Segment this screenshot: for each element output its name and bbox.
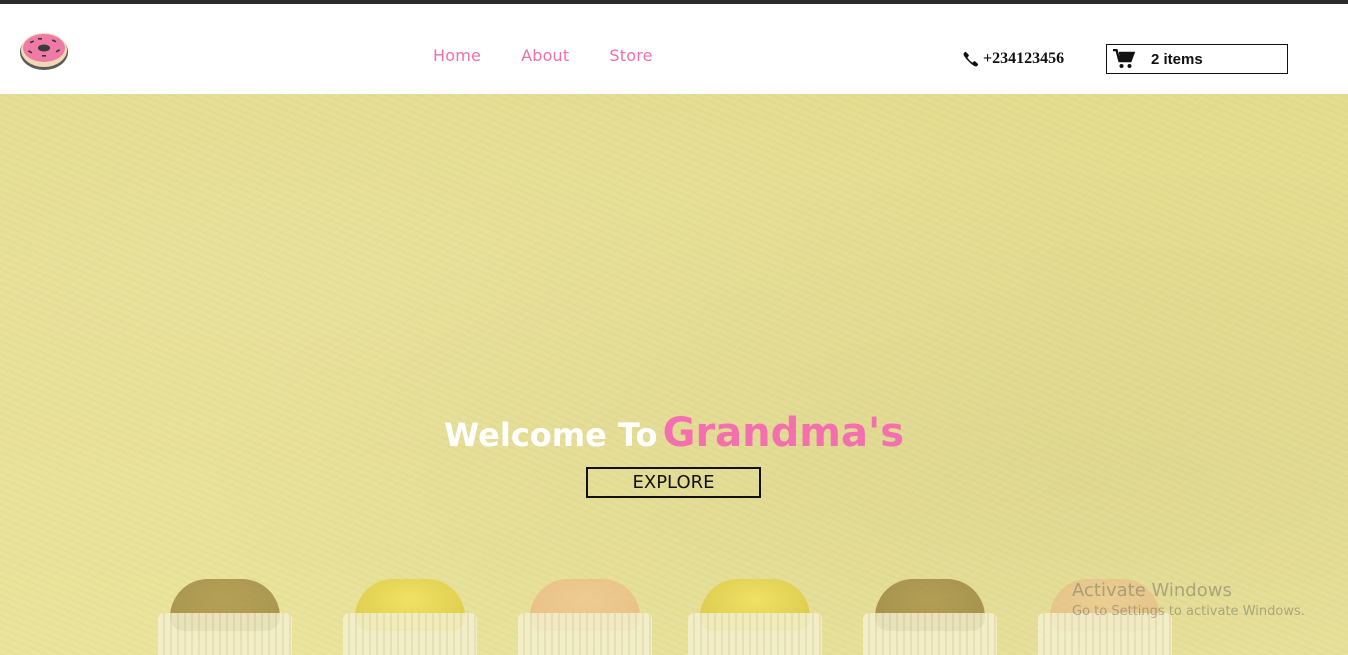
cart-count: 2 items — [1151, 50, 1203, 68]
nav-about[interactable]: About — [521, 46, 569, 65]
phone-number: +234123456 — [983, 50, 1065, 67]
watermark-subtitle: Go to Settings to activate Windows. — [1072, 604, 1305, 619]
watermark-title: Activate Windows — [1072, 580, 1232, 601]
wall-texture — [0, 94, 1348, 655]
cupcake-image — [855, 575, 1005, 655]
cupcake-image — [150, 575, 300, 655]
nav-home[interactable]: Home — [433, 46, 481, 65]
welcome-text: Welcome To — [443, 416, 658, 454]
phone-icon — [963, 51, 979, 67]
cart-icon — [1113, 49, 1135, 68]
cupcake-image — [680, 575, 830, 655]
main-nav: Home About Store — [433, 46, 653, 65]
explore-button[interactable]: EXPLORE — [586, 467, 761, 498]
nav-store[interactable]: Store — [609, 46, 652, 65]
hero-title: Welcome To Grandma's — [0, 410, 1348, 456]
cupcake-image — [510, 575, 660, 655]
cupcake-image — [335, 575, 485, 655]
windows-activation-watermark: Activate Windows Go to Settings to activ… — [1072, 580, 1305, 619]
brand-name: Grandma's — [662, 410, 904, 456]
phone-contact: +234123456 — [963, 50, 1064, 68]
hero-banner: Welcome To Grandma's EXPLORE — [0, 94, 1348, 655]
site-header: Home About Store +234123456 2 items — [0, 4, 1348, 94]
donut-icon[interactable] — [18, 28, 70, 72]
cart-button[interactable]: 2 items — [1106, 44, 1288, 74]
